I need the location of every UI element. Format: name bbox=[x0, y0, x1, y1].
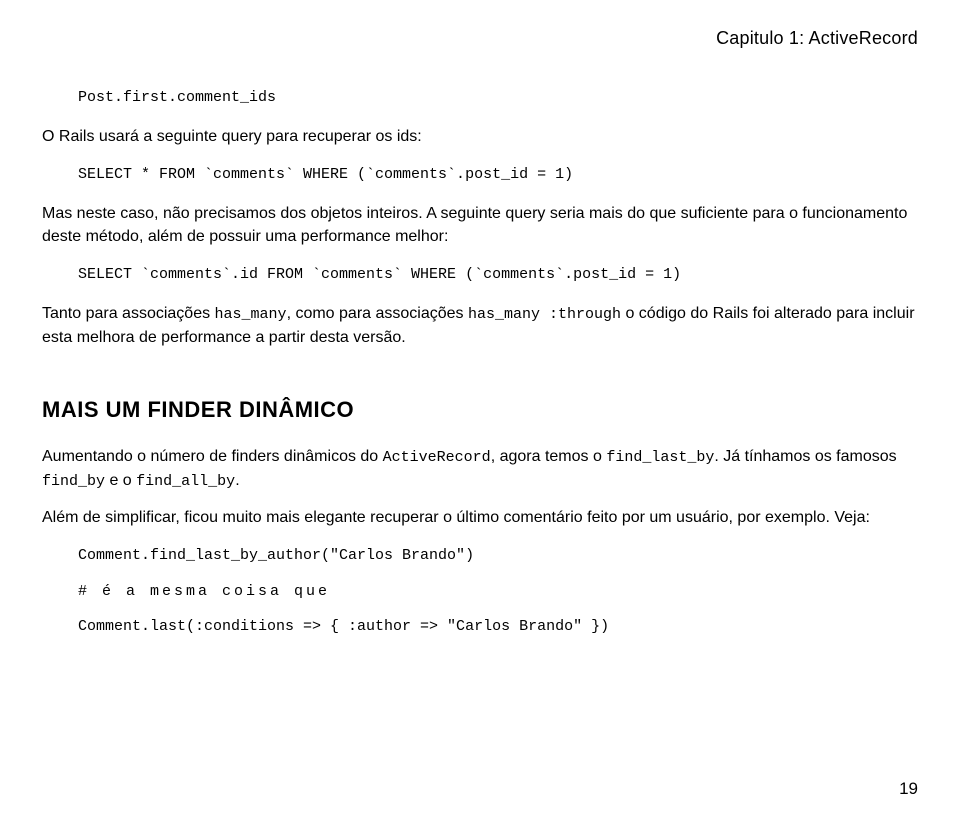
text-span: Aumentando o número de finders dinâmicos… bbox=[42, 448, 383, 465]
page-number: 19 bbox=[899, 779, 918, 799]
code-block-ruby-2: Comment.last(:conditions => { :author =>… bbox=[78, 616, 918, 638]
code-has-many-1: has_many bbox=[215, 306, 287, 323]
code-block-sql-2: SELECT `comments`.id FROM `comments` WHE… bbox=[78, 264, 918, 286]
text-span: , como para associações bbox=[287, 305, 468, 322]
paragraph-4: Aumentando o número de finders dinâmicos… bbox=[42, 445, 918, 493]
paragraph-3: Tanto para associações has_many, como pa… bbox=[42, 302, 918, 349]
code-comment: # é a mesma coisa que bbox=[78, 583, 918, 600]
code-activerecord: ActiveRecord bbox=[383, 449, 491, 466]
text-span: . Já tínhamos os famosos bbox=[714, 448, 896, 465]
code-find-by: find_by bbox=[42, 473, 105, 490]
code-block-ruby-1: Comment.find_last_by_author("Carlos Bran… bbox=[78, 545, 918, 567]
code-has-many-through: has_many :through bbox=[468, 306, 621, 323]
text-span: . bbox=[235, 472, 239, 489]
paragraph-2: Mas neste caso, não precisamos dos objet… bbox=[42, 202, 918, 248]
chapter-header: Capitulo 1: ActiveRecord bbox=[42, 28, 918, 49]
paragraph-5: Além de simplificar, ficou muito mais el… bbox=[42, 506, 918, 529]
code-block-post-first: Post.first.comment_ids bbox=[78, 87, 918, 109]
paragraph-1: O Rails usará a seguinte query para recu… bbox=[42, 125, 918, 148]
code-block-sql-1: SELECT * FROM `comments` WHERE (`comment… bbox=[78, 164, 918, 186]
text-span: e o bbox=[105, 472, 136, 489]
section-heading-finder: MAIS UM FINDER DINÂMICO bbox=[42, 397, 918, 423]
document-page: Capitulo 1: ActiveRecord Post.first.comm… bbox=[0, 0, 960, 682]
code-find-last-by: find_last_by bbox=[606, 449, 714, 466]
code-find-all-by: find_all_by bbox=[136, 473, 235, 490]
text-span: Tanto para associações bbox=[42, 305, 215, 322]
text-span: , agora temos o bbox=[491, 448, 607, 465]
